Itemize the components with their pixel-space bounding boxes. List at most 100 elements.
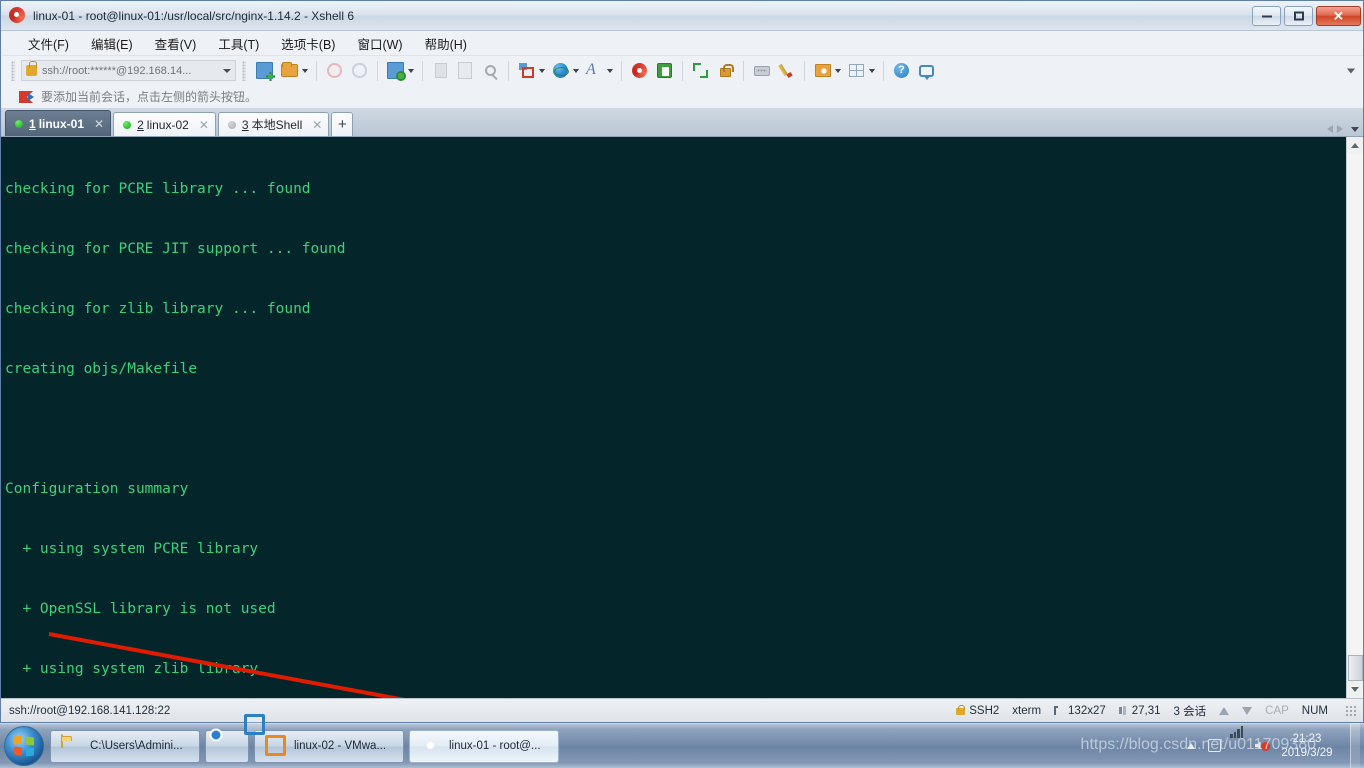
toolbar-grip[interactable]	[11, 60, 15, 81]
menu-item-file[interactable]: 文件(F)	[17, 31, 80, 56]
taskbar-item-xshell[interactable]: linux-01 - root@...	[409, 729, 559, 763]
tab-scroll-right-icon[interactable]	[1337, 125, 1343, 133]
green-square-icon	[657, 63, 672, 78]
tab-number: 1	[29, 116, 36, 131]
split-view-button[interactable]	[845, 59, 868, 82]
xshell-window: linux-01 - root@linux-01:/usr/local/src/…	[0, 0, 1364, 723]
terminal-output[interactable]: checking for PCRE library ... found chec…	[1, 137, 1346, 698]
scrollbar-down-button[interactable]	[1346, 681, 1363, 698]
tab-close-icon[interactable]: ✕	[199, 119, 209, 131]
action-center-icon[interactable]	[1208, 739, 1221, 752]
scrollbar-thumb[interactable]	[1347, 655, 1363, 681]
new-tab-button[interactable]: +	[331, 112, 354, 136]
disconnect-button[interactable]	[323, 59, 346, 82]
highlight-button[interactable]	[775, 59, 798, 82]
keyboard-button[interactable]	[750, 59, 773, 82]
tab-label: 本地Shell	[251, 118, 303, 132]
help-icon: ?	[894, 63, 909, 78]
toolbar-separator-9	[883, 60, 884, 81]
font-button[interactable]: A	[583, 59, 606, 82]
layout-chevron-down-icon[interactable]	[539, 68, 545, 73]
scrollbar-track[interactable]	[1346, 154, 1363, 681]
paste-button[interactable]	[454, 59, 477, 82]
feedback-button[interactable]	[915, 59, 938, 82]
status-sessions: 3 会话	[1173, 705, 1207, 718]
hint-bar: 要添加当前会话，点击左侧的箭头按钮。	[1, 85, 1363, 109]
tab-linux-02[interactable]: 2 linux-02 ✕	[113, 112, 216, 136]
taskbar-item-chrome[interactable]	[205, 729, 249, 763]
terminal-line: checking for zlib library ... found	[5, 301, 311, 317]
properties-icon	[387, 62, 406, 81]
globe-button[interactable]	[549, 59, 572, 82]
split-chevron-down-icon[interactable]	[869, 68, 875, 73]
xshell-icon	[420, 735, 442, 757]
minimize-button[interactable]	[1252, 5, 1281, 26]
tab-linux-01[interactable]: 1 linux-01 ✕	[5, 110, 112, 136]
windows-logo-icon	[14, 735, 34, 757]
tab-list-chevron-down-icon[interactable]	[1351, 126, 1359, 132]
tab-close-icon[interactable]: ✕	[94, 118, 104, 130]
add-folder-chevron-down-icon[interactable]	[835, 68, 841, 73]
tab-status-dot-icon	[227, 120, 236, 129]
toolbar-overflow-icon[interactable]	[1347, 68, 1355, 73]
show-hidden-icons-button[interactable]	[1183, 738, 1199, 754]
taskbar-item-explorer[interactable]: C:\Users\Admini...	[50, 729, 200, 763]
tab-status-dot-icon	[15, 119, 23, 128]
properties-button[interactable]	[384, 59, 407, 82]
scroll-up-indicator-icon[interactable]	[1219, 706, 1230, 715]
status-right-group: SSH2 xterm 132x27 27,31 3 会话 CAP NUM	[956, 703, 1357, 719]
close-button[interactable]: ✕	[1316, 5, 1361, 26]
network-icon[interactable]	[1230, 725, 1246, 754]
start-button[interactable]	[4, 726, 44, 766]
status-cursor-position: 27,31	[1131, 704, 1161, 717]
chevron-down-icon[interactable]	[223, 68, 231, 73]
layout-button[interactable]	[515, 59, 538, 82]
tab-close-icon[interactable]: ✕	[312, 119, 322, 131]
scrollbar-up-button[interactable]	[1346, 137, 1363, 154]
lock-icon	[956, 704, 966, 715]
address-bar[interactable]: ssh://root:******@192.168.14...	[21, 60, 236, 81]
menu-item-tabs[interactable]: 选项卡(B)	[270, 31, 346, 56]
copy-button[interactable]	[429, 59, 452, 82]
tab-scroll-left-icon[interactable]	[1327, 125, 1333, 133]
tab-status-dot-icon	[123, 120, 132, 129]
menu-item-tools[interactable]: 工具(T)	[207, 31, 270, 56]
open-session-chevron-down-icon[interactable]	[302, 68, 308, 73]
terminal-line: Configuration summary	[5, 481, 189, 497]
add-folder-button[interactable]	[811, 59, 834, 82]
terminal-area: checking for PCRE library ... found chec…	[1, 137, 1363, 698]
terminal-line: creating objs/Makefile	[5, 361, 198, 377]
maximize-button[interactable]	[1284, 5, 1313, 26]
menu-item-view[interactable]: 查看(V)	[144, 31, 208, 56]
xftp-button[interactable]	[653, 59, 676, 82]
toolbar-separator-2	[377, 60, 378, 81]
reconnect-button[interactable]	[348, 59, 371, 82]
find-button[interactable]	[479, 59, 502, 82]
lock-button[interactable]	[714, 59, 737, 82]
fullscreen-button[interactable]	[689, 59, 712, 82]
font-chevron-down-icon[interactable]	[607, 68, 613, 73]
show-desktop-button[interactable]	[1350, 723, 1360, 768]
scroll-down-indicator-icon[interactable]	[1242, 706, 1253, 715]
taskbar-item-label: linux-02 - VMwa...	[294, 740, 387, 752]
globe-chevron-down-icon[interactable]	[573, 68, 579, 73]
terminal-scrollbar[interactable]	[1346, 137, 1363, 698]
lock2-icon	[720, 64, 734, 77]
xshell-button[interactable]	[628, 59, 651, 82]
menu-item-help[interactable]: 帮助(H)	[414, 31, 478, 56]
properties-chevron-down-icon[interactable]	[408, 68, 414, 73]
tab-label: linux-02	[146, 117, 189, 132]
resize-grip[interactable]	[1345, 704, 1357, 717]
menu-item-window[interactable]: 窗口(W)	[346, 31, 413, 56]
taskbar-item-vmware[interactable]: linux-02 - VMwa...	[254, 729, 404, 763]
help-button[interactable]: ?	[890, 59, 913, 82]
menu-item-edit[interactable]: 编辑(E)	[80, 31, 144, 56]
new-session-button[interactable]	[253, 59, 276, 82]
volume-muted-icon[interactable]	[1255, 739, 1270, 753]
toolbar-separator-1	[316, 60, 317, 81]
tab-local-shell[interactable]: 3 本地Shell ✕	[217, 112, 330, 136]
toolbar-grip-2[interactable]	[242, 60, 246, 81]
open-session-button[interactable]	[278, 59, 301, 82]
clock[interactable]: 21:23 2019/3/29	[1279, 732, 1341, 760]
